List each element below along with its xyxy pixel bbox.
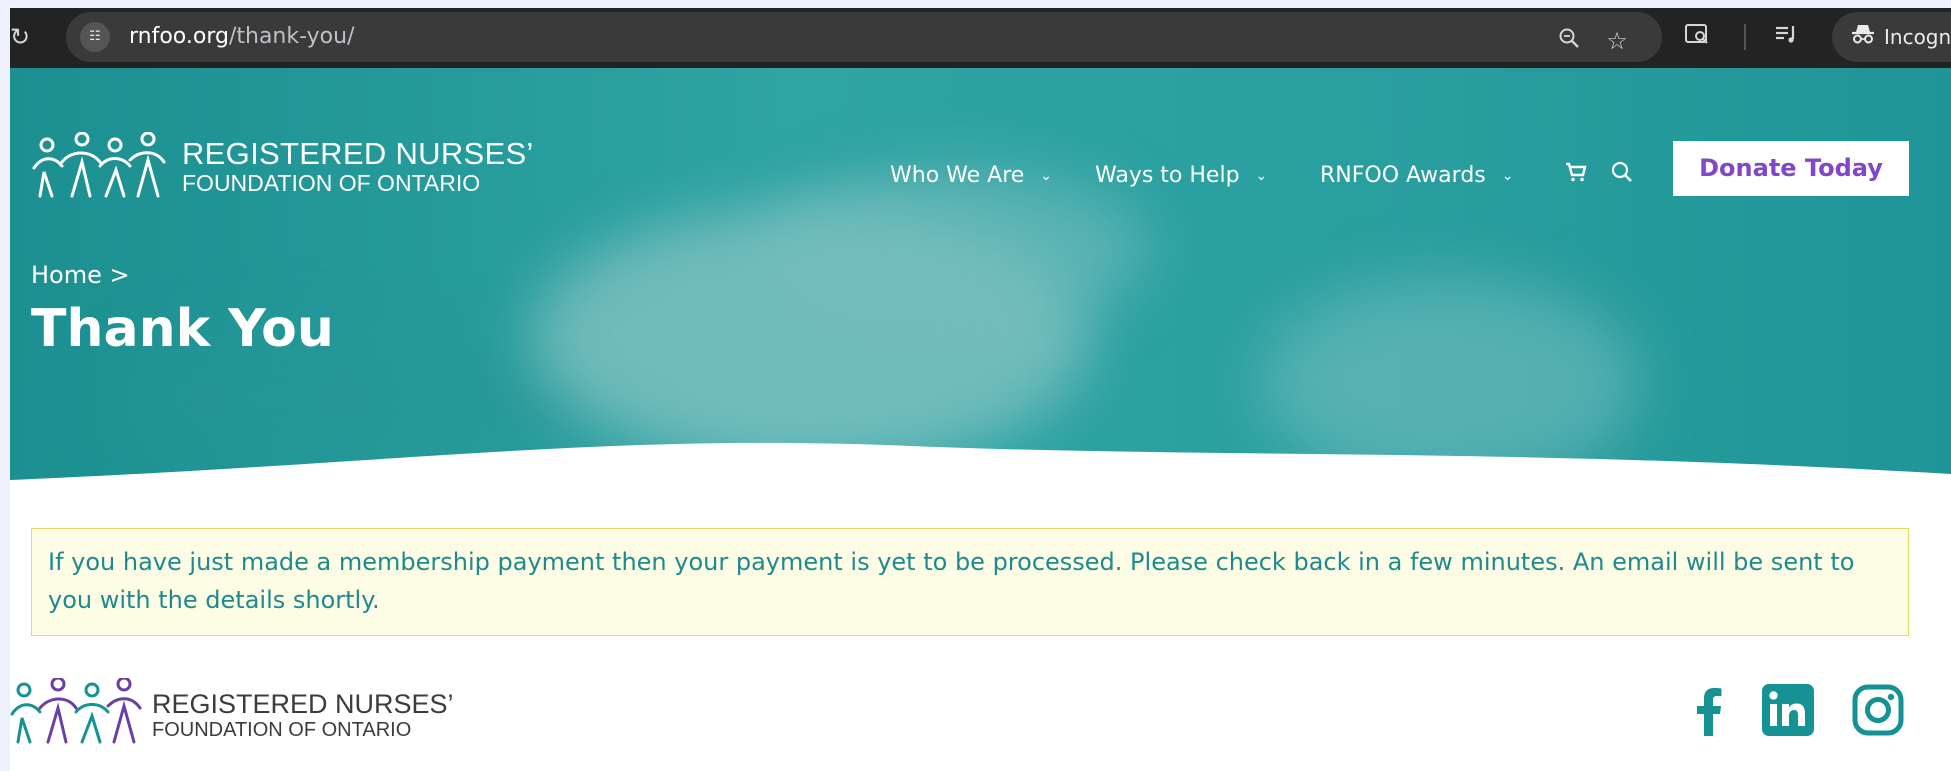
footer-logo-figures-icon: [10, 678, 142, 744]
browser-window: ↻ ☷ rnfoo.org/thank-you/ ☆ Incogn REGIST…: [10, 8, 1951, 771]
incognito-label: Incogn: [1884, 25, 1951, 49]
logo-subtitle: FOUNDATION OF ONTARIO: [182, 170, 481, 196]
browser-toolbar: ↻ ☷ rnfoo.org/thank-you/ ☆ Incogn: [10, 8, 1951, 68]
reload-icon[interactable]: ↻: [10, 22, 34, 52]
page-title: Thank You: [31, 299, 334, 359]
chevron-down-icon: ⌄: [1501, 168, 1514, 184]
chevron-down-icon: ⌄: [1255, 168, 1268, 184]
url-path: /thank-you/: [228, 24, 355, 49]
lens-icon[interactable]: [1682, 22, 1712, 52]
instagram-icon[interactable]: [1850, 682, 1906, 738]
incognito-badge[interactable]: Incogn: [1832, 12, 1951, 62]
zoom-icon[interactable]: [1554, 26, 1584, 56]
url-text[interactable]: rnfoo.org/thank-you/: [129, 24, 355, 50]
incognito-icon: [1848, 22, 1878, 52]
site-logo[interactable]: REGISTERED NURSES’ FOUNDATION OF ONTARIO: [30, 132, 533, 202]
chevron-down-icon: ⌄: [1040, 168, 1053, 184]
nav-rnfoo-awards[interactable]: RNFOO Awards ⌄: [1320, 156, 1513, 196]
footer-logo-title: REGISTERED NURSES’: [152, 689, 454, 719]
cart-icon[interactable]: [1558, 158, 1594, 194]
url-host: rnfoo.org: [129, 24, 229, 49]
donate-button[interactable]: Donate Today: [1673, 141, 1909, 196]
breadcrumb[interactable]: Home >: [31, 260, 130, 290]
logo-title: REGISTERED NURSES’: [182, 136, 534, 171]
address-bar[interactable]: ☷ rnfoo.org/thank-you/ ☆: [66, 12, 1662, 62]
hero-wave: [10, 442, 1951, 488]
search-icon[interactable]: [1604, 158, 1640, 194]
nav-who-we-are[interactable]: Who We Are ⌄: [890, 156, 1052, 196]
footer-logo[interactable]: REGISTERED NURSES’ FOUNDATION OF ONTARIO: [10, 678, 468, 748]
nav-label: Ways to Help: [1095, 163, 1240, 188]
payment-notice: If you have just made a membership payme…: [31, 528, 1909, 636]
nav-label: RNFOO Awards: [1320, 163, 1486, 188]
linkedin-icon[interactable]: [1760, 682, 1816, 738]
nav-ways-to-help[interactable]: Ways to Help ⌄: [1095, 156, 1267, 196]
reading-list-icon[interactable]: [1772, 22, 1802, 52]
logo-figures-icon: [32, 132, 166, 198]
nav-label: Who We Are: [890, 163, 1025, 188]
tune-icon[interactable]: ☷: [80, 22, 110, 52]
facebook-icon[interactable]: [1682, 682, 1738, 738]
hero-banner: REGISTERED NURSES’ FOUNDATION OF ONTARIO…: [10, 68, 1951, 488]
footer-logo-subtitle: FOUNDATION OF ONTARIO: [152, 719, 412, 741]
toolbar-divider: [1744, 24, 1746, 50]
star-icon[interactable]: ☆: [1602, 26, 1632, 56]
